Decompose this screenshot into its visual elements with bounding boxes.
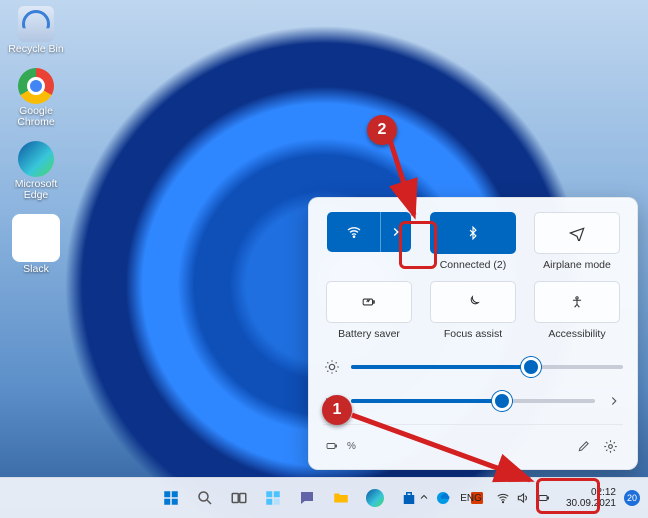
- tile-label: Accessibility: [548, 328, 605, 340]
- desktop-icon-label: Google Chrome: [6, 106, 66, 129]
- clock-date: 30.09.2021: [566, 498, 616, 509]
- battery-saver-toggle[interactable]: [326, 281, 412, 323]
- chrome-icon: [18, 68, 54, 104]
- brightness-slider[interactable]: [351, 365, 623, 369]
- file-explorer-button[interactable]: [327, 484, 355, 512]
- battery-saver-icon: [360, 295, 378, 309]
- slack-icon: [12, 214, 60, 262]
- task-view-button[interactable]: [225, 484, 253, 512]
- tile-bluetooth: Connected (2): [427, 212, 519, 271]
- volume-slider[interactable]: [351, 399, 595, 403]
- annotation-step-2: 2: [367, 115, 397, 145]
- tile-airplane-mode: Airplane mode: [531, 212, 623, 271]
- tile-label: Airplane mode: [543, 259, 611, 271]
- airplane-icon: [569, 225, 585, 241]
- wifi-expand-button[interactable]: [380, 212, 411, 252]
- tray-overflow-button[interactable]: [418, 491, 430, 506]
- widgets-button[interactable]: [259, 484, 287, 512]
- quick-settings-panel: Connected (2) Airplane mode Battery save…: [308, 197, 638, 470]
- tile-wifi: [323, 212, 415, 271]
- brightness-icon: [323, 358, 341, 376]
- notification-center-button[interactable]: 20: [624, 490, 640, 506]
- airplane-mode-toggle[interactable]: [534, 212, 620, 254]
- pencil-icon: [577, 439, 591, 453]
- desktop-icons: Recycle Bin Google Chrome Microsoft Edge…: [6, 6, 66, 275]
- annotation-step-1: 1: [322, 395, 352, 425]
- accessibility-toggle[interactable]: [534, 281, 620, 323]
- taskbar-edge-button[interactable]: [361, 484, 389, 512]
- tile-battery-saver: Battery saver: [323, 281, 415, 340]
- brightness-slider-row: [323, 358, 623, 376]
- wifi-toggle[interactable]: [327, 212, 380, 252]
- bluetooth-icon: [466, 226, 480, 240]
- tile-label: Connected (2): [440, 259, 507, 271]
- desktop-icon-label: Microsoft Edge: [6, 179, 66, 202]
- tile-label: Battery saver: [338, 328, 400, 340]
- volume-slider-row: [323, 392, 623, 410]
- wifi-icon: [346, 224, 362, 240]
- recycle-bin-icon: [18, 6, 54, 42]
- moon-icon: [466, 295, 480, 309]
- network-volume-battery-button[interactable]: [490, 488, 558, 508]
- accessibility-icon: [570, 295, 584, 309]
- tile-accessibility: Accessibility: [531, 281, 623, 340]
- gear-icon: [603, 439, 618, 454]
- all-settings-button[interactable]: [597, 433, 623, 459]
- start-button[interactable]: [157, 484, 185, 512]
- clock-time: 02:12: [591, 487, 616, 498]
- onedrive-tray-icon[interactable]: [438, 490, 452, 507]
- desktop-icon-label: Recycle Bin: [8, 44, 63, 56]
- chevron-right-icon: [389, 225, 403, 239]
- volume-expand-button[interactable]: [605, 392, 623, 410]
- taskbar-system-tray: ENG 02:12 30.09.2021 20: [418, 487, 640, 509]
- battery-icon: [323, 440, 341, 452]
- tile-focus-assist: Focus assist: [427, 281, 519, 340]
- bluetooth-toggle[interactable]: [430, 212, 516, 254]
- desktop-icon-slack[interactable]: Slack: [6, 214, 66, 276]
- taskbar: ENG 02:12 30.09.2021 20: [0, 477, 648, 518]
- taskbar-clock[interactable]: 02:12 30.09.2021: [566, 487, 616, 509]
- desktop-icon-google-chrome[interactable]: Google Chrome: [6, 68, 66, 129]
- battery-icon: [536, 492, 552, 504]
- desktop-icon-microsoft-edge[interactable]: Microsoft Edge: [6, 141, 66, 202]
- language-indicator[interactable]: ENG: [460, 493, 482, 504]
- tile-label: Focus assist: [444, 328, 502, 340]
- volume-icon: [516, 491, 530, 505]
- quick-settings-footer: %: [323, 424, 623, 459]
- battery-status[interactable]: %: [323, 440, 356, 452]
- search-button[interactable]: [191, 484, 219, 512]
- desktop-icon-label: Slack: [23, 264, 49, 276]
- chat-button[interactable]: [293, 484, 321, 512]
- focus-assist-toggle[interactable]: [430, 281, 516, 323]
- edit-quick-settings-button[interactable]: [571, 433, 597, 459]
- battery-percent-text: %: [347, 441, 356, 452]
- desktop-icon-recycle-bin[interactable]: Recycle Bin: [6, 6, 66, 56]
- edge-icon: [18, 141, 54, 177]
- wifi-icon: [496, 491, 510, 505]
